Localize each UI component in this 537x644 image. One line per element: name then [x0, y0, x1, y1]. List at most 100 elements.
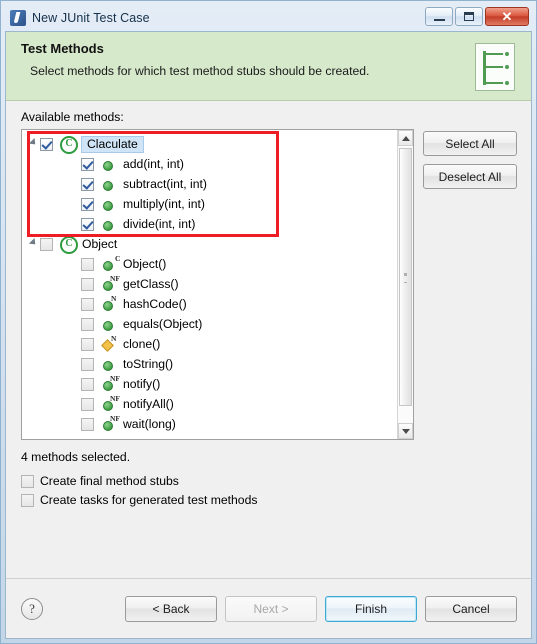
- create-tasks-checkbox[interactable]: [21, 493, 34, 507]
- tree-row[interactable]: Nclone(): [22, 334, 397, 354]
- method-public-icon: [100, 196, 116, 212]
- java-class-icon: [59, 236, 78, 254]
- tree-row-checkbox[interactable]: [81, 317, 94, 331]
- tree-row[interactable]: NF getClass(): [22, 274, 397, 294]
- tree-row-checkbox[interactable]: [81, 377, 94, 391]
- tree-row-label: clone(): [123, 337, 161, 351]
- method-public-icon: NF: [100, 275, 120, 292]
- tree-row[interactable]: C Object(): [22, 254, 397, 274]
- tree-row-checkbox[interactable]: [40, 137, 53, 151]
- tree-row-checkbox[interactable]: [81, 417, 94, 431]
- tree-row-checkbox[interactable]: [81, 217, 94, 231]
- option-create-final-method-stubs[interactable]: Create final method stubs: [21, 474, 517, 488]
- tree-row[interactable]: equals(Object): [22, 314, 397, 334]
- maximize-button[interactable]: [455, 7, 483, 26]
- tree-row-label: notifyAll(): [123, 397, 174, 411]
- tree-row[interactable]: NhashCode(): [22, 294, 397, 314]
- methods-tree-panel[interactable]: Claculate add(int, int) subtract(int, int)…: [21, 129, 414, 440]
- modifier-badge: NF: [110, 374, 120, 383]
- dialog-footer: ? < Back Next > Finish Cancel: [6, 578, 531, 638]
- tree-row[interactable]: NF wait(long): [22, 414, 397, 434]
- selection-count-label: 4 methods selected.: [21, 450, 131, 464]
- tree-row-label: Object(): [123, 257, 167, 271]
- tree-row-label: hashCode(): [123, 297, 187, 311]
- tree-row-label: equals(Object): [123, 317, 203, 331]
- scroll-down-icon[interactable]: [398, 423, 413, 439]
- method-public-icon: [100, 216, 116, 232]
- available-methods-label: Available methods:: [21, 110, 124, 124]
- footer-buttons: < Back Next > Finish Cancel: [125, 595, 517, 622]
- create-tasks-label: Create tasks for generated test methods: [40, 493, 258, 507]
- dialog-client-area: Test Methods Select methods for which te…: [5, 31, 532, 639]
- scrollbar-track[interactable]: [398, 146, 413, 423]
- expander-arrow-icon[interactable]: [26, 137, 40, 148]
- tree-row-label: add(int, int): [123, 157, 184, 171]
- modifier-badge: N: [111, 294, 117, 303]
- methods-list-area: Claculate add(int, int) subtract(int, int)…: [21, 129, 517, 440]
- modifier-badge: NF: [110, 414, 120, 423]
- tree-row-checkbox[interactable]: [81, 397, 94, 411]
- close-button[interactable]: ✕: [485, 7, 529, 26]
- tree-row-label: wait(long): [123, 417, 176, 431]
- tree-row-label: Object: [82, 237, 118, 251]
- page-title: Test Methods: [21, 41, 104, 56]
- tree-row-label: subtract(int, int): [123, 177, 207, 191]
- tree-row-checkbox[interactable]: [81, 297, 94, 311]
- create-final-method-stubs-label: Create final method stubs: [40, 474, 179, 488]
- select-all-button[interactable]: Select All: [423, 131, 517, 156]
- finish-button[interactable]: Finish: [325, 595, 417, 622]
- tree-row[interactable]: NF notify(): [22, 374, 397, 394]
- help-icon[interactable]: ?: [21, 597, 43, 620]
- junit-wizard-window: New JUnit Test Case ✕ Test Methods Selec…: [0, 0, 537, 644]
- tree-row[interactable]: Claculate: [22, 134, 397, 154]
- window-controls: ✕: [425, 7, 529, 26]
- scroll-up-icon[interactable]: [398, 130, 413, 146]
- minimize-button[interactable]: [425, 7, 453, 26]
- tree-row[interactable]: toString(): [22, 354, 397, 374]
- test-methods-wizard-icon: [475, 43, 515, 91]
- create-final-method-stubs-checkbox[interactable]: [21, 474, 34, 488]
- tree-row-checkbox[interactable]: [81, 357, 94, 371]
- method-public-icon: NF: [100, 395, 120, 412]
- method-public-icon: N: [100, 294, 117, 312]
- tree-row-checkbox[interactable]: [81, 177, 94, 191]
- tree-row[interactable]: divide(int, int): [22, 214, 397, 234]
- junit-icon: [10, 10, 26, 26]
- tree-row-label: getClass(): [123, 277, 179, 291]
- tree-row-checkbox[interactable]: [40, 237, 53, 251]
- modifier-badge: NF: [110, 274, 120, 283]
- scrollbar-thumb[interactable]: [399, 148, 412, 406]
- option-create-tasks[interactable]: Create tasks for generated test methods: [21, 493, 517, 507]
- tree-row-checkbox[interactable]: [81, 257, 94, 271]
- tree-row[interactable]: multiply(int, int): [22, 194, 397, 214]
- wizard-body: Available methods: Claculate add(int, int…: [6, 101, 531, 578]
- deselect-all-button[interactable]: Deselect All: [423, 164, 517, 189]
- tree-row[interactable]: NF notifyAll(): [22, 394, 397, 414]
- back-button[interactable]: < Back: [125, 595, 217, 622]
- modifier-badge: N: [111, 334, 117, 343]
- tree-row-label: toString(): [123, 357, 174, 371]
- tree-row-label: notify(): [123, 377, 161, 391]
- tree-row[interactable]: subtract(int, int): [22, 174, 397, 194]
- methods-tree[interactable]: Claculate add(int, int) subtract(int, int)…: [22, 130, 397, 439]
- method-public-icon: NF: [100, 375, 120, 392]
- modifier-badge: NF: [110, 394, 120, 403]
- window-title: New JUnit Test Case: [32, 11, 150, 25]
- tree-row-checkbox[interactable]: [81, 337, 94, 351]
- tree-row-checkbox[interactable]: [81, 157, 94, 171]
- tree-row-checkbox[interactable]: [81, 197, 94, 211]
- tree-row[interactable]: add(int, int): [22, 154, 397, 174]
- method-public-icon: C: [100, 255, 120, 272]
- tree-row-label: divide(int, int): [123, 217, 196, 231]
- tree-row-label: Claculate: [81, 135, 144, 153]
- tree-row-checkbox[interactable]: [81, 277, 94, 291]
- wizard-banner: Test Methods Select methods for which te…: [6, 32, 531, 101]
- maximize-icon: [464, 12, 474, 21]
- tree-row[interactable]: Object: [22, 234, 397, 254]
- method-public-icon: [100, 156, 116, 172]
- cancel-button[interactable]: Cancel: [425, 595, 517, 622]
- tree-side-buttons: Select All Deselect All: [423, 129, 517, 189]
- expander-arrow-icon[interactable]: [26, 237, 40, 248]
- title-bar[interactable]: New JUnit Test Case ✕: [5, 5, 532, 31]
- tree-vertical-scrollbar[interactable]: [397, 130, 413, 439]
